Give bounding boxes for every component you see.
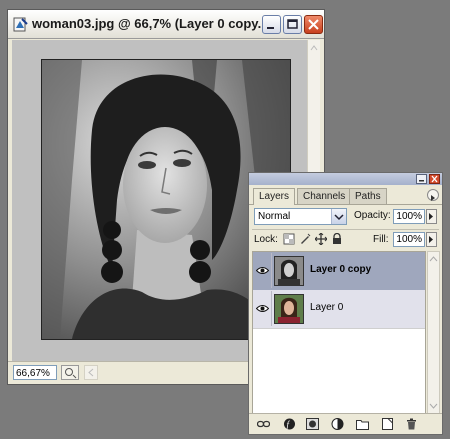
panel-menu-icon [431, 195, 435, 201]
lock-all-icon[interactable] [331, 233, 343, 245]
panel-minimize-button[interactable] [416, 174, 427, 184]
scroll-up-icon[interactable] [428, 254, 439, 264]
arrow-right-icon [429, 236, 433, 243]
opacity-field[interactable]: 100% [393, 209, 425, 224]
tab-layers[interactable]: Layers [253, 188, 296, 205]
new-group-icon[interactable] [356, 418, 369, 430]
grayscale-portrait-thumbnail [275, 257, 303, 285]
layer-thumbnail [274, 294, 304, 324]
lock-image-pixels-icon[interactable] [299, 233, 311, 245]
layer-name: Layer 0 [310, 302, 344, 313]
layer-name: Layer 0 copy [310, 264, 372, 275]
minimize-icon [267, 27, 274, 29]
status-menu-button[interactable] [61, 365, 79, 380]
scroll-up-icon[interactable] [308, 42, 320, 54]
adjustment-layer-icon[interactable] [331, 418, 344, 430]
fill-slider-button[interactable] [426, 232, 437, 247]
maximize-icon [287, 19, 298, 29]
layer-list: Layer 0 copy Layer 0 [252, 251, 426, 414]
zoom-field[interactable]: 66,67% [13, 365, 57, 380]
lock-label: Lock: [254, 234, 278, 245]
layers-bottom-toolbar: f [249, 413, 442, 434]
close-icon [308, 19, 319, 30]
document-titlebar[interactable]: woman03.jpg @ 66,7% (Layer 0 copy... [8, 10, 324, 39]
scroll-down-icon[interactable] [428, 401, 439, 411]
fill-field[interactable]: 100% [393, 232, 425, 247]
layer-thumbnail [274, 256, 304, 286]
document-title: woman03.jpg @ 66,7% (Layer 0 copy... [32, 16, 269, 31]
minimize-icon [419, 180, 424, 182]
blend-mode-dropdown-button[interactable] [331, 209, 346, 224]
minimize-button[interactable] [262, 15, 281, 34]
panel-menu-button[interactable] [427, 189, 439, 201]
eye-icon [256, 267, 269, 274]
scroll-left-icon [88, 368, 94, 377]
close-icon [431, 175, 438, 183]
divider [252, 229, 439, 230]
visibility-toggle[interactable] [254, 291, 272, 326]
photoshop-doc-icon [13, 17, 28, 32]
visibility-toggle[interactable] [254, 253, 272, 288]
fill-label: Fill: [373, 234, 389, 245]
lock-transparent-icon[interactable] [283, 233, 295, 245]
delete-layer-icon[interactable] [405, 418, 418, 430]
tab-channels[interactable]: Channels [297, 188, 352, 204]
layers-panel: Layers Channels Paths Normal Opacity: 10… [248, 172, 443, 435]
panel-titlebar[interactable] [249, 173, 442, 185]
blend-mode-value: Normal [258, 211, 291, 222]
panel-tabs: Layers Channels Paths [249, 186, 442, 205]
status-menu-icon [65, 368, 77, 379]
panel-close-button[interactable] [429, 174, 440, 184]
layer-list-scrollbar[interactable] [427, 251, 440, 414]
opacity-label: Opacity: [354, 210, 391, 221]
eye-icon [256, 305, 269, 312]
layer-row[interactable]: Layer 0 [253, 290, 425, 329]
maximize-button[interactable] [283, 15, 302, 34]
layer-row[interactable]: Layer 0 copy [253, 252, 425, 291]
color-portrait-thumbnail [275, 295, 303, 323]
arrow-right-icon [429, 213, 433, 220]
layer-style-icon[interactable]: f [283, 418, 296, 430]
opacity-slider-button[interactable] [426, 209, 437, 224]
blend-mode-select[interactable]: Normal [254, 208, 347, 225]
chevron-down-icon [334, 214, 344, 221]
lock-position-icon[interactable] [315, 233, 327, 245]
link-layers-icon[interactable] [257, 418, 270, 430]
close-button[interactable] [304, 15, 323, 34]
add-mask-icon[interactable] [306, 418, 319, 430]
scroll-left-button[interactable] [84, 365, 98, 380]
tab-paths[interactable]: Paths [349, 188, 387, 204]
new-layer-icon[interactable] [381, 418, 394, 430]
